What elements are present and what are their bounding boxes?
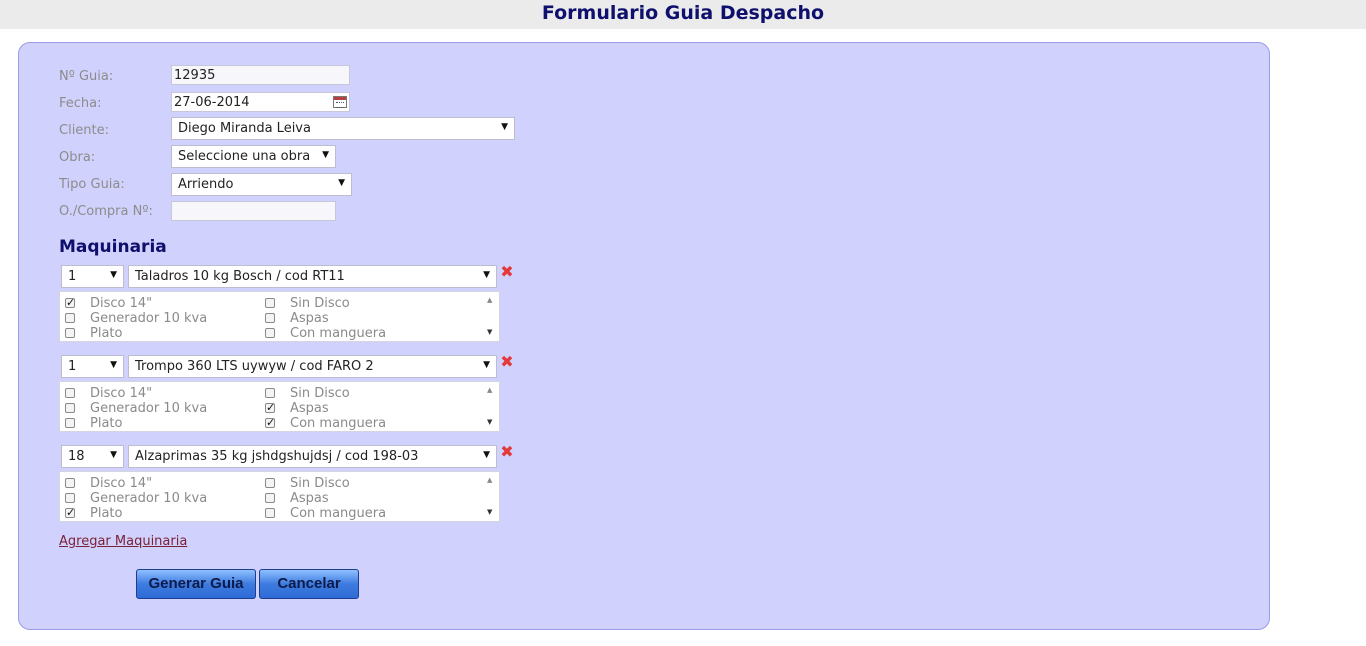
add-maquinaria-link[interactable]: Agregar Maquinaria bbox=[59, 534, 187, 549]
options-list[interactable]: Disco 14" Sin Disco Generador 10 kva Asp… bbox=[59, 291, 500, 342]
qty-value: 1 bbox=[68, 269, 77, 284]
generar-guia-button[interactable]: Generar Guia bbox=[136, 569, 256, 599]
checkbox-0-3[interactable] bbox=[265, 313, 275, 323]
scrollbar[interactable]: ▲ ▼ bbox=[484, 382, 499, 431]
maquinaria-title: Maquinaria bbox=[59, 237, 167, 257]
guia-label: Nº Guia: bbox=[59, 69, 114, 84]
chevron-down-icon: ▼ bbox=[338, 178, 345, 188]
qty-value: 18 bbox=[68, 449, 85, 464]
checkbox-2-1[interactable] bbox=[265, 478, 275, 488]
checkbox-2-4[interactable] bbox=[65, 505, 75, 520]
checkbox-2-5[interactable] bbox=[265, 508, 275, 518]
tipo-guia-selected: Arriendo bbox=[178, 177, 234, 192]
checkbox-2-0[interactable] bbox=[65, 478, 75, 488]
cliente-select[interactable]: Diego Miranda Leiva ▼ bbox=[171, 117, 515, 140]
checkbox-0-4[interactable] bbox=[65, 328, 75, 338]
checkbox-0-1[interactable] bbox=[265, 298, 275, 308]
checkbox-2-2[interactable] bbox=[65, 493, 75, 503]
delete-icon[interactable]: ✖ bbox=[500, 444, 514, 460]
chevron-down-icon: ▼ bbox=[110, 360, 117, 370]
delete-icon[interactable]: ✖ bbox=[500, 354, 514, 370]
checkbox-1-0[interactable] bbox=[65, 388, 75, 398]
checkbox-1-3[interactable] bbox=[265, 400, 275, 415]
machine-value: Alzaprimas 35 kg jshdgshujdsj / cod 198-… bbox=[135, 449, 419, 464]
qty-select[interactable]: 1 ▼ bbox=[61, 265, 124, 288]
orden-compra-input[interactable] bbox=[171, 201, 336, 221]
fecha-input[interactable]: 27-06-2014 bbox=[171, 92, 350, 112]
machine-select[interactable]: Alzaprimas 35 kg jshdgshujdsj / cod 198-… bbox=[128, 445, 497, 468]
checkbox-0-0[interactable] bbox=[65, 295, 75, 310]
chevron-down-icon: ▼ bbox=[483, 450, 490, 460]
delete-icon[interactable]: ✖ bbox=[500, 264, 514, 280]
guia-input[interactable]: 12935 bbox=[171, 65, 350, 85]
page-title: Formulario Guia Despacho bbox=[541, 2, 825, 24]
cliente-selected: Diego Miranda Leiva bbox=[178, 121, 311, 136]
checkbox-1-1[interactable] bbox=[265, 388, 275, 398]
checkbox-1-5[interactable] bbox=[265, 415, 275, 430]
chevron-down-icon: ▼ bbox=[501, 122, 508, 132]
checkbox-2-3[interactable] bbox=[265, 493, 275, 503]
chevron-down-icon: ▼ bbox=[483, 360, 490, 370]
cliente-label: Cliente: bbox=[59, 123, 110, 138]
checkbox-1-2[interactable] bbox=[65, 403, 75, 413]
qty-value: 1 bbox=[68, 359, 77, 374]
machine-select[interactable]: Trompo 360 LTS uywyw / cod FARO 2 ▼ bbox=[128, 355, 497, 378]
checkbox-0-5[interactable] bbox=[265, 328, 275, 338]
qty-select[interactable]: 18 ▼ bbox=[61, 445, 124, 468]
scroll-up-icon[interactable]: ▲ bbox=[487, 296, 492, 304]
tipo-guia-label: Tipo Guia: bbox=[59, 177, 125, 192]
options-list[interactable]: Disco 14" Sin Disco Generador 10 kva Asp… bbox=[59, 381, 500, 432]
scroll-up-icon[interactable]: ▲ bbox=[487, 386, 492, 394]
machine-select[interactable]: Taladros 10 kg Bosch / cod RT11 ▼ bbox=[128, 265, 497, 288]
obra-selected: Seleccione una obra bbox=[178, 149, 311, 164]
chevron-down-icon: ▼ bbox=[110, 270, 117, 280]
tipo-guia-select[interactable]: Arriendo ▼ bbox=[171, 173, 352, 196]
orden-compra-label: O./Compra Nº: bbox=[59, 204, 153, 219]
scroll-down-icon[interactable]: ▼ bbox=[487, 328, 492, 336]
scrollbar[interactable]: ▲ ▼ bbox=[484, 292, 499, 341]
fecha-label: Fecha: bbox=[59, 96, 102, 111]
calendar-icon[interactable] bbox=[333, 96, 347, 108]
scrollbar[interactable]: ▲ ▼ bbox=[484, 472, 499, 521]
scroll-down-icon[interactable]: ▼ bbox=[487, 508, 492, 516]
obra-label: Obra: bbox=[59, 150, 96, 165]
chevron-down-icon: ▼ bbox=[110, 450, 117, 460]
chevron-down-icon: ▼ bbox=[483, 270, 490, 280]
fecha-value: 27-06-2014 bbox=[174, 95, 250, 110]
scroll-up-icon[interactable]: ▲ bbox=[487, 476, 492, 484]
qty-select[interactable]: 1 ▼ bbox=[61, 355, 124, 378]
machine-value: Trompo 360 LTS uywyw / cod FARO 2 bbox=[135, 359, 374, 374]
scroll-down-icon[interactable]: ▼ bbox=[487, 418, 492, 426]
machine-value: Taladros 10 kg Bosch / cod RT11 bbox=[135, 269, 345, 284]
cancel-button[interactable]: Cancelar bbox=[259, 569, 359, 599]
checkbox-0-2[interactable] bbox=[65, 313, 75, 323]
options-list[interactable]: Disco 14" Sin Disco Generador 10 kva Asp… bbox=[59, 471, 500, 522]
obra-select[interactable]: Seleccione una obra ▼ bbox=[171, 145, 336, 168]
checkbox-1-4[interactable] bbox=[65, 418, 75, 428]
chevron-down-icon: ▼ bbox=[322, 150, 329, 160]
